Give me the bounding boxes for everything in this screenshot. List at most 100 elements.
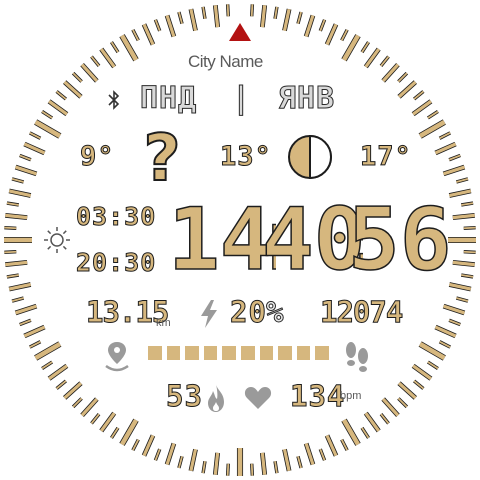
bezel-tick [361,41,370,53]
bezel-tick [448,189,472,198]
bezel-tick [41,110,53,119]
calories-value: 53 [166,379,203,413]
bezel-tick [120,34,138,61]
bezel-tick [110,41,119,53]
bezel-tick [226,4,230,17]
bezel-tick [142,23,155,46]
progress-cell [185,346,199,360]
bezel-tick [419,342,446,360]
progress-cell [222,346,236,360]
heart-rate-value: 134 [289,379,346,413]
bezel-tick [56,90,67,100]
bezel-tick [448,282,472,291]
bezel-tick [282,448,291,472]
bezel-tick [434,325,457,338]
bezel-tick [34,342,61,360]
progress-cell [296,346,311,360]
bezel-tick [48,364,68,381]
bezel-tick [90,56,100,67]
moon-phase-icon [288,134,332,180]
bezel-tick [427,361,439,370]
bezel-tick [4,226,17,230]
bezel-tick [382,397,400,417]
bezel-tick [8,282,32,291]
progress-cell [278,346,292,360]
bezel-tick [282,8,291,32]
heart-rate-unit: bpm [340,390,362,402]
bezel-tick [382,63,400,83]
progress-cell [315,346,329,360]
bezel-tick [380,56,390,67]
bezel-tick [361,427,370,439]
footsteps-icon [346,342,368,372]
day-of-week: ПНД [139,81,198,116]
bezel-tick [412,364,432,381]
bezel-tick [63,80,83,98]
month: ЯНВ [277,81,336,116]
bezel-tick [41,361,53,370]
bezel-tick [364,48,381,68]
temp-low: 9° [80,141,115,172]
sunrise-time: 03:30 [75,202,157,231]
bezel-tick [63,382,83,400]
sun-icon [44,227,70,253]
distance-unit: km [156,317,171,329]
bezel-tick [434,142,457,155]
flame-icon [208,384,224,412]
temp-high: 17° [360,141,412,172]
bezel-tick [110,427,119,439]
bezel-tick [397,80,417,98]
battery-unit: % [265,295,285,329]
bezel-tick [34,120,61,138]
bezel-tick [419,120,446,138]
bezel-tick [397,397,408,408]
progress-cell [148,346,162,360]
bezel-tick [120,419,138,446]
city-name: City Name [188,52,263,71]
bezel-tick [99,48,116,68]
bezel-tick [342,34,360,61]
progress-cell [166,346,181,360]
weather-unknown-icon: ? [142,122,181,196]
time-seconds: 56 [347,190,452,290]
bezel-tick [325,23,338,46]
bezel-tick [397,382,417,400]
steps-value: 12074 [319,295,403,329]
bezel-tick [189,448,198,472]
bezel-tick [48,99,68,116]
steps-progress-bar [148,346,334,360]
bezel-tick [72,397,83,408]
location-pin-icon [105,342,129,372]
bezel-tick [427,110,439,119]
lightning-icon [201,300,217,328]
bezel-tick [325,434,338,457]
bezel-tick [99,412,116,432]
bezel-tick [463,250,476,254]
temp-now: 13° [220,141,272,172]
bezel-tick [4,250,17,254]
battery-value: 20 [230,295,267,329]
bezel-tick [8,189,32,198]
bezel-tick [80,63,98,83]
bezel-tick [413,380,424,390]
sunset-time: 20:30 [75,248,157,277]
date-separator: | [231,81,252,116]
bezel-tick [380,413,390,424]
bezel-tick [397,72,408,83]
bezel-tick [250,463,254,476]
bezel-tick [226,463,230,476]
bezel-tick [463,226,476,230]
bezel-tick [142,434,155,457]
progress-cell [259,346,274,360]
bezel-tick [342,419,360,446]
bezel-tick [23,142,46,155]
bezel-tick [364,412,381,432]
bezel-tick [56,380,67,390]
progress-cell [241,346,255,360]
bezel-tick [80,397,98,417]
bezel-tick [23,325,46,338]
watch-face: City Name ПНД | ЯНВ 9° ? 13° 17° 03:30 2… [0,0,480,480]
bezel-tick [250,4,254,17]
bezel-tick [412,99,432,116]
bezel-tick [189,8,198,32]
